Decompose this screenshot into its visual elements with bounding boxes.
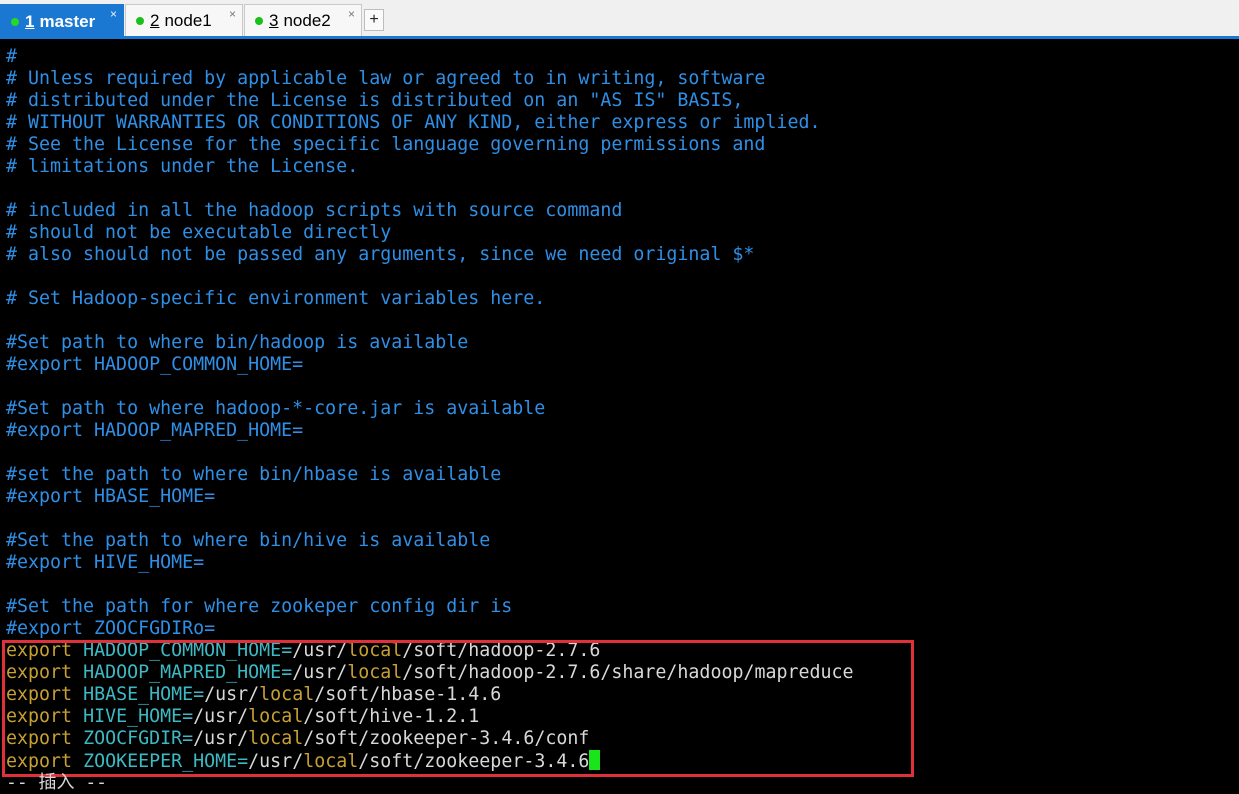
tab-bar: 1 master × 2 node1 × 3 node2 × + [0, 0, 1239, 39]
comment-line: # also should not be passed any argument… [6, 244, 755, 265]
tab-node1[interactable]: 2 node1 × [125, 4, 243, 36]
tab-label: node2 [283, 10, 331, 30]
comment-line: # Unless required by applicable law or a… [6, 68, 766, 89]
comment-line: #Set path to where bin/hadoop is availab… [6, 332, 469, 353]
add-tab-button[interactable]: + [364, 9, 384, 31]
comment-line: # WITHOUT WARRANTIES OR CONDITIONS OF AN… [6, 112, 821, 133]
close-icon[interactable]: × [229, 7, 236, 21]
connected-status-icon [255, 16, 263, 25]
comment-line: #export ZOOCFGDIRo= [6, 618, 216, 639]
comment-line: #Set the path to where bin/hive is avail… [6, 530, 491, 551]
tab-number: 2 [150, 10, 160, 30]
comment-line: #export HADOOP_MAPRED_HOME= [6, 420, 304, 441]
connected-status-icon [11, 18, 19, 26]
comment-line: # See the License for the specific langu… [6, 134, 766, 155]
close-icon[interactable]: × [348, 7, 355, 21]
comment-line: # distributed under the License is distr… [6, 90, 744, 111]
highlight-annotation-box [2, 640, 914, 777]
comment-line: #Set the path for where zookeper config … [6, 596, 513, 617]
comment-line: # should not be executable directly [6, 222, 392, 243]
comment-line: #export HADOOP_COMMON_HOME= [6, 354, 304, 375]
tab-label: master [39, 12, 96, 31]
vim-mode-status: -- 插入 -- [6, 772, 108, 793]
tab-master[interactable]: 1 master × [0, 4, 124, 39]
active-tab-underline [0, 36, 1239, 39]
tab-node2[interactable]: 3 node2 × [244, 4, 362, 36]
comment-line: # [6, 46, 18, 67]
comment-line: #export HIVE_HOME= [6, 552, 205, 573]
connected-status-icon [136, 16, 144, 25]
comment-line: #set the path to where bin/hbase is avai… [6, 464, 502, 485]
comment-line: #export HBASE_HOME= [6, 486, 216, 507]
comment-line: #Set path to where hadoop-*-core.jar is … [6, 398, 546, 419]
tab-number: 1 [25, 12, 35, 31]
tab-label: node1 [164, 10, 212, 30]
comment-line: # limitations under the License. [6, 156, 359, 177]
tab-number: 3 [269, 10, 279, 30]
close-icon[interactable]: × [110, 7, 117, 21]
comment-line: # included in all the hadoop scripts wit… [6, 200, 623, 221]
comment-line: # Set Hadoop-specific environment variab… [6, 288, 546, 309]
